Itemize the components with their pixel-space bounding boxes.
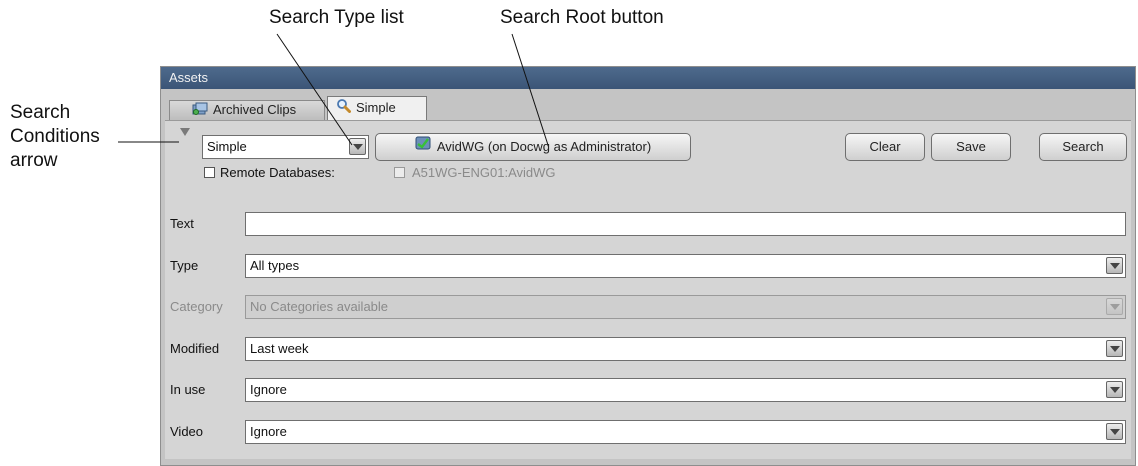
search-button[interactable]: Search [1039,133,1127,161]
assets-panel: Assets Archived Clips Simple Simple Avid… [160,66,1136,466]
in-use-chevron-down-icon[interactable] [1106,381,1123,398]
in-use-label: In use [170,382,206,397]
callout-search-type-list: Search Type list [269,7,404,28]
video-value: Ignore [250,424,287,439]
tab-archived-clips-label: Archived Clips [213,102,297,117]
category-chevron-down-icon [1106,298,1123,315]
search-root-button[interactable]: AvidWG (on Docwg as Administrator) [375,133,691,161]
magnifier-icon [336,98,351,120]
modified-label: Modified [170,341,220,356]
modified-chevron-down-icon[interactable] [1106,340,1123,357]
search-conditions-arrow-icon[interactable] [180,128,190,137]
modified-value: Last week [250,341,309,356]
text-label: Text [170,216,194,231]
type-chevron-down-icon[interactable] [1106,257,1123,274]
category-value: No Categories available [250,299,389,314]
in-use-select[interactable]: Ignore [245,378,1126,402]
remote-databases-label: Remote Databases: [220,165,335,180]
clear-button[interactable]: Clear [845,133,925,161]
search-type-select[interactable]: Simple [202,135,369,159]
panel-title: Assets [161,67,1135,89]
search-content: Simple AvidWG (on Docwg as Administrator… [165,120,1131,459]
tab-simple-label: Simple [356,100,396,115]
database-icon [415,134,431,160]
remote-database-label: A51WG-ENG01:AvidWG [412,165,556,180]
archived-clips-icon [192,102,208,120]
category-select: No Categories available [245,295,1126,319]
search-root-label: AvidWG (on Docwg as Administrator) [436,139,652,154]
tab-simple[interactable]: Simple [327,96,427,120]
tab-archived-clips[interactable]: Archived Clips [169,100,325,120]
remote-databases-checkbox[interactable] [204,167,215,178]
callout-search-conditions-line1: Search [10,102,71,123]
modified-select[interactable]: Last week [245,337,1126,361]
video-label: Video [170,424,204,439]
in-use-value: Ignore [250,382,287,397]
type-select[interactable]: All types [245,254,1126,278]
category-label: Category [170,299,223,314]
video-chevron-down-icon[interactable] [1106,423,1123,440]
save-button[interactable]: Save [931,133,1011,161]
callout-search-root-button: Search Root button [500,7,664,28]
text-input[interactable] [245,212,1126,236]
video-select[interactable]: Ignore [245,420,1126,444]
search-type-value: Simple [207,139,247,154]
type-value: All types [250,258,300,273]
remote-database-checkbox[interactable] [394,167,405,178]
callout-search-conditions-line2: Conditions [10,126,100,147]
type-label: Type [170,258,199,273]
callout-search-conditions-line3: arrow [10,150,58,171]
chevron-down-icon[interactable] [349,138,366,155]
